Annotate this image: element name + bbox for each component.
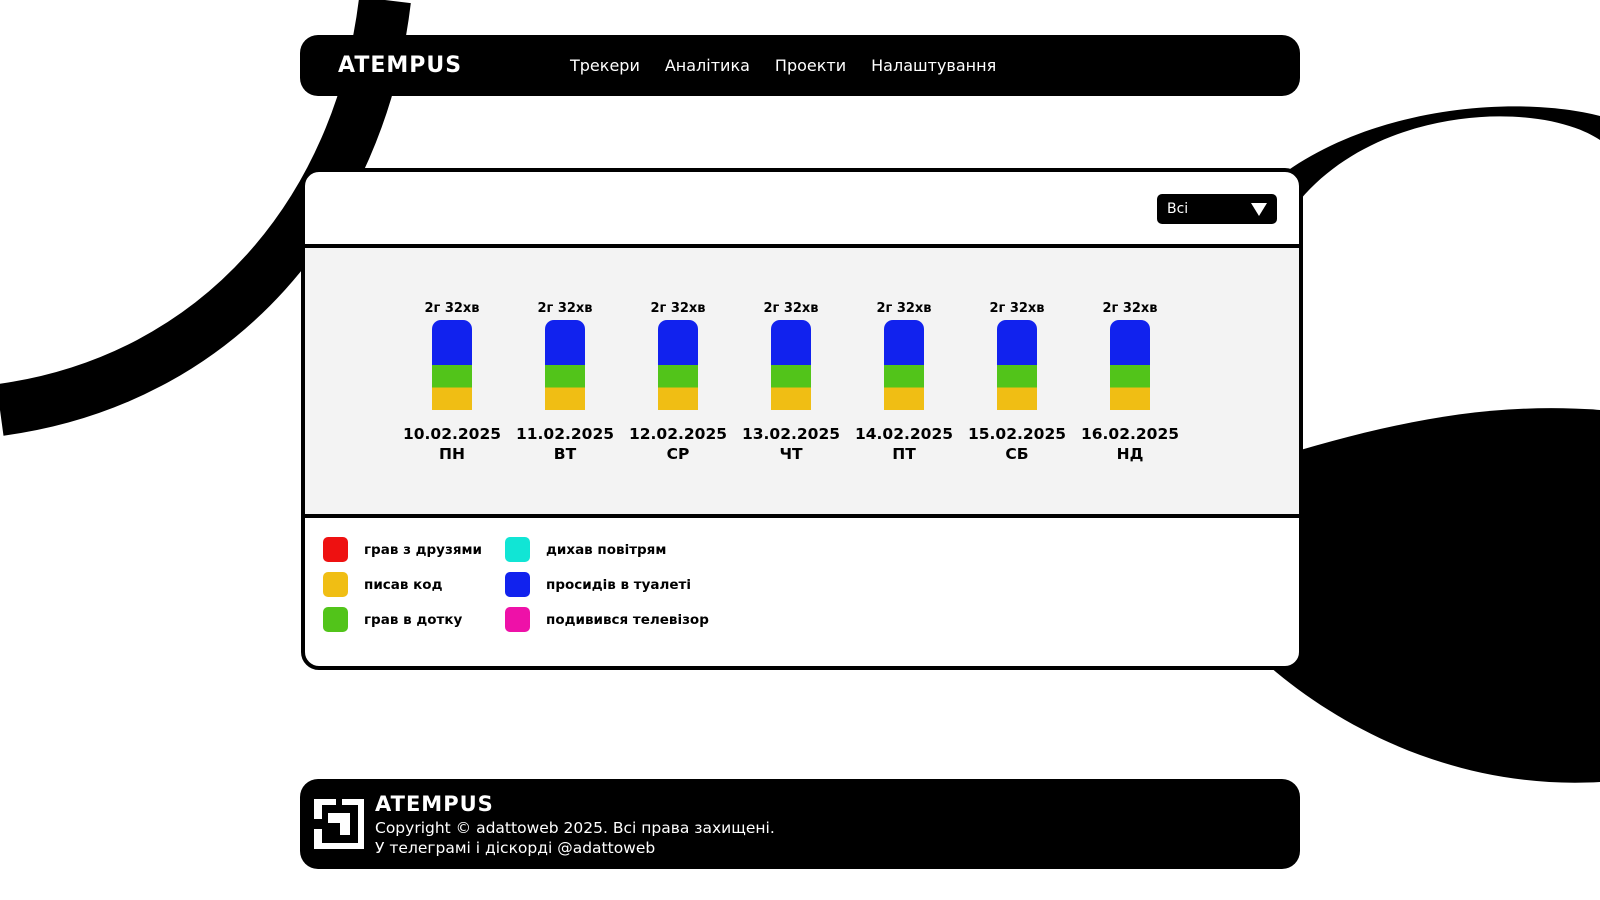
bar-segment[interactable] bbox=[884, 365, 924, 388]
legend-swatch bbox=[505, 572, 530, 597]
legend-label: писав код bbox=[364, 576, 443, 593]
dropdown-arrow-icon bbox=[1251, 202, 1267, 216]
bar-segment[interactable] bbox=[545, 320, 585, 365]
bar-total-label: 2г 32хв bbox=[876, 301, 931, 316]
bar-total-label: 2г 32хв bbox=[424, 301, 479, 316]
legend-swatch bbox=[323, 607, 348, 632]
bar-segment[interactable] bbox=[432, 320, 472, 365]
bar-segment[interactable] bbox=[771, 320, 811, 365]
nav-trackers[interactable]: Трекери bbox=[570, 56, 640, 75]
bar-segment[interactable] bbox=[771, 365, 811, 388]
bar-segment[interactable] bbox=[1110, 320, 1150, 365]
legend-swatch bbox=[323, 572, 348, 597]
legend-swatch bbox=[323, 537, 348, 562]
legend-item: грав в дотку bbox=[323, 607, 462, 632]
date-label: 15.02.2025 bbox=[968, 425, 1066, 443]
filter-selected-value: Всі bbox=[1167, 201, 1189, 217]
bar-segment[interactable] bbox=[884, 320, 924, 365]
nav-analytics[interactable]: Аналітика bbox=[665, 56, 750, 75]
page-footer: ATEMPUS Copyright © adattoweb 2025. Всі … bbox=[300, 779, 1300, 869]
legend-item: дихав повітрям bbox=[505, 537, 666, 562]
legend-item: писав код bbox=[323, 572, 442, 597]
bar-total-label: 2г 32хв bbox=[650, 301, 705, 316]
date-label: 13.02.2025 bbox=[742, 425, 840, 443]
legend-item: грав з друзями bbox=[323, 537, 482, 562]
bar-total-label: 2г 32хв bbox=[989, 301, 1044, 316]
nav-settings[interactable]: Налаштування bbox=[871, 56, 996, 75]
panel-toolbar: Всі bbox=[305, 172, 1299, 248]
legend-label: грав в дотку bbox=[364, 611, 463, 628]
weekday-label: ПТ bbox=[892, 445, 916, 463]
bar-segment-base bbox=[771, 400, 811, 410]
date-label: 11.02.2025 bbox=[516, 425, 614, 443]
nav-projects[interactable]: Проекти bbox=[775, 56, 846, 75]
stacked-bar-chart: 2г 32хв 10.02.2025 ПН 2г 32хв 11.02.2025 ВТ 2г… bbox=[403, 301, 1179, 463]
weekday-label: ЧТ bbox=[779, 445, 803, 463]
footer-contact: У телеграмі і діскорді @adattoweb bbox=[375, 839, 656, 857]
app-logo[interactable]: ATEMPUS bbox=[338, 53, 570, 78]
weekday-label: ПН bbox=[439, 445, 465, 463]
legend-label: подивився телевізор bbox=[546, 611, 709, 628]
weekday-label: ВТ bbox=[554, 445, 577, 463]
legend-swatch bbox=[505, 607, 530, 632]
legend-swatch bbox=[505, 537, 530, 562]
bar-segment[interactable] bbox=[545, 365, 585, 388]
date-label: 14.02.2025 bbox=[855, 425, 953, 443]
bar-segment[interactable] bbox=[1110, 365, 1150, 388]
bar-segment-base bbox=[1110, 400, 1150, 410]
bar-segment[interactable] bbox=[658, 320, 698, 365]
date-label: 16.02.2025 bbox=[1081, 425, 1179, 443]
bar-segment[interactable] bbox=[658, 365, 698, 388]
bar-segment-base bbox=[545, 400, 585, 410]
bar-total-label: 2г 32хв bbox=[763, 301, 818, 316]
footer-brand: ATEMPUS bbox=[375, 792, 494, 816]
date-label: 10.02.2025 bbox=[403, 425, 501, 443]
bar-segment-base bbox=[432, 400, 472, 410]
chart-legend: грав з друзями писав код грав в дотку ди… bbox=[305, 518, 1299, 666]
bar-segment[interactable] bbox=[997, 320, 1037, 365]
bar-segment[interactable] bbox=[432, 365, 472, 388]
bar-total-label: 2г 32хв bbox=[1102, 301, 1157, 316]
weekday-label: СБ bbox=[1005, 445, 1028, 463]
brand-mark-icon bbox=[314, 799, 364, 849]
bar-segment-base bbox=[884, 400, 924, 410]
chart-area: 2г 32хв 10.02.2025 ПН 2г 32хв 11.02.2025 ВТ 2г… bbox=[305, 248, 1299, 518]
bar-total-label: 2г 32хв bbox=[537, 301, 592, 316]
footer-copyright: Copyright © adattoweb 2025. Всі права за… bbox=[375, 819, 775, 837]
legend-label: просидів в туалеті bbox=[546, 576, 691, 593]
bar-segment-base bbox=[997, 400, 1037, 410]
legend-item: подивився телевізор bbox=[505, 607, 709, 632]
legend-item: просидів в туалеті bbox=[505, 572, 691, 597]
date-label: 12.02.2025 bbox=[629, 425, 727, 443]
legend-label: дихав повітрям bbox=[546, 541, 667, 558]
weekday-label: НД bbox=[1117, 445, 1144, 463]
top-navbar: ATEMPUS Трекери Аналітика Проекти Налашт… bbox=[300, 35, 1300, 96]
analytics-panel: Всі 2г 32хв 10.02.2025 ПН 2г 32хв 11.02.2025… bbox=[301, 168, 1303, 670]
legend-label: грав з друзями bbox=[364, 541, 482, 558]
main-nav: Трекери Аналітика Проекти Налаштування bbox=[570, 56, 996, 75]
filter-dropdown[interactable]: Всі bbox=[1157, 194, 1277, 224]
bar-segment-base bbox=[658, 400, 698, 410]
bar-segment[interactable] bbox=[997, 365, 1037, 388]
weekday-label: СР bbox=[667, 445, 690, 463]
